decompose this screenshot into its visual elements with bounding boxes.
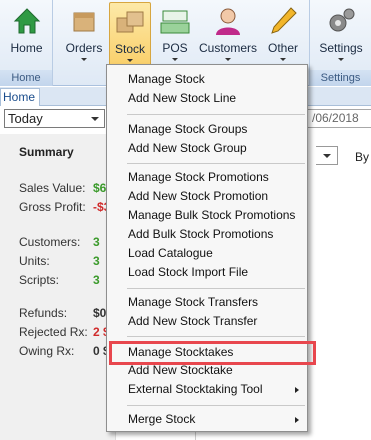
other-button[interactable]: Other <box>261 2 305 68</box>
ribbon-group-home: Home Home <box>0 0 53 86</box>
orders-box-icon <box>73 12 95 32</box>
menu-item-manage-bulk-stock-promotions[interactable]: Manage Bulk Stock Promotions <box>107 206 307 225</box>
settings-button[interactable]: Settings <box>314 2 368 68</box>
gear-icon <box>329 8 355 32</box>
menu-item-manage-stock[interactable]: Manage Stock <box>107 70 307 89</box>
chevron-down-icon <box>225 58 231 61</box>
menu-separator <box>127 163 305 164</box>
group-by-select[interactable] <box>316 146 338 165</box>
menu-separator <box>127 114 305 115</box>
summary-label: Scripts: <box>19 273 60 287</box>
menu-item-manage-stock-transfers[interactable]: Manage Stock Transfers <box>107 293 307 312</box>
menu-item-add-new-stock-promotion[interactable]: Add New Stock Promotion <box>107 187 307 206</box>
menu-item-load-stock-import-file[interactable]: Load Stock Import File <box>107 263 307 282</box>
chevron-down-icon <box>81 58 87 61</box>
summary-label: Sales Value: <box>19 181 86 195</box>
pencil-icon <box>271 7 297 34</box>
ribbon-group-title: Home <box>0 70 52 86</box>
chevron-down-icon <box>91 117 99 121</box>
menu-item-add-new-stock-transfer[interactable]: Add New Stock Transfer <box>107 312 307 331</box>
summary-label: Gross Profit: <box>19 200 86 214</box>
stock-button-label: Stock <box>114 42 145 56</box>
summary-label: Refunds: <box>19 306 68 320</box>
menu-item-merge-stock[interactable]: Merge Stock <box>107 410 307 429</box>
cash-register-icon <box>160 10 190 34</box>
chevron-down-icon <box>323 154 331 158</box>
home-button-label: Home <box>10 41 43 55</box>
menu-separator <box>127 405 305 406</box>
highlight-box <box>109 341 316 365</box>
ribbon-group-title: Settings <box>310 70 371 86</box>
chevron-down-icon <box>172 58 178 61</box>
summary-panel <box>0 134 116 440</box>
pos-button-label: POS <box>162 41 188 55</box>
menu-item-label: External Stocktaking Tool <box>128 382 263 396</box>
submenu-arrow-icon <box>295 417 299 423</box>
summary-label: Owing Rx: <box>19 344 75 358</box>
by-label: By <box>355 150 370 164</box>
chevron-down-icon <box>338 58 344 61</box>
submenu-arrow-icon <box>295 387 299 393</box>
other-button-label: Other <box>267 41 298 55</box>
menu-item-manage-stock-groups[interactable]: Manage Stock Groups <box>107 120 307 139</box>
home-icon <box>13 8 40 34</box>
menu-item-label: Merge Stock <box>128 412 196 426</box>
stock-button[interactable]: Stock <box>109 2 151 68</box>
home-button[interactable]: Home <box>3 2 50 68</box>
menu-separator <box>127 288 305 289</box>
ribbon-group-settings: Settings Settings <box>309 0 371 86</box>
stock-boxes-icon <box>116 11 144 33</box>
orders-button[interactable]: Orders <box>62 2 106 68</box>
menu-item-add-bulk-stock-promotions[interactable]: Add Bulk Stock Promotions <box>107 225 307 244</box>
menu-item-external-stocktaking-tool[interactable]: External Stocktaking Tool <box>107 380 307 399</box>
menu-item-add-new-stock-line[interactable]: Add New Stock Line <box>107 89 307 108</box>
summary-label: Units: <box>19 254 50 268</box>
summary-label: Customers: <box>19 235 81 249</box>
settings-button-label: Settings <box>319 41 363 55</box>
chevron-down-icon <box>280 58 286 61</box>
pos-button[interactable]: POS <box>155 2 195 68</box>
period-select-value: Today <box>8 111 43 126</box>
stock-menu: Manage Stock Add New Stock Line Manage S… <box>106 64 308 432</box>
summary-title: Summary <box>19 145 74 159</box>
menu-item-load-catalogue[interactable]: Load Catalogue <box>107 244 307 263</box>
menu-item-manage-stock-promotions[interactable]: Manage Stock Promotions <box>107 168 307 187</box>
date-field[interactable]: /06/2018 <box>300 109 371 128</box>
customers-button-label: Customers <box>198 41 257 55</box>
menu-item-add-new-stock-group[interactable]: Add New Stock Group <box>107 139 307 158</box>
period-select[interactable]: Today <box>4 109 105 128</box>
summary-label: Rejected Rx: <box>19 325 88 339</box>
customer-person-icon <box>216 8 240 35</box>
menu-separator <box>127 336 305 337</box>
chevron-down-icon <box>127 59 133 62</box>
tab-home[interactable]: Home <box>0 88 40 106</box>
customers-button[interactable]: Customers <box>198 2 258 68</box>
orders-button-label: Orders <box>65 41 103 55</box>
